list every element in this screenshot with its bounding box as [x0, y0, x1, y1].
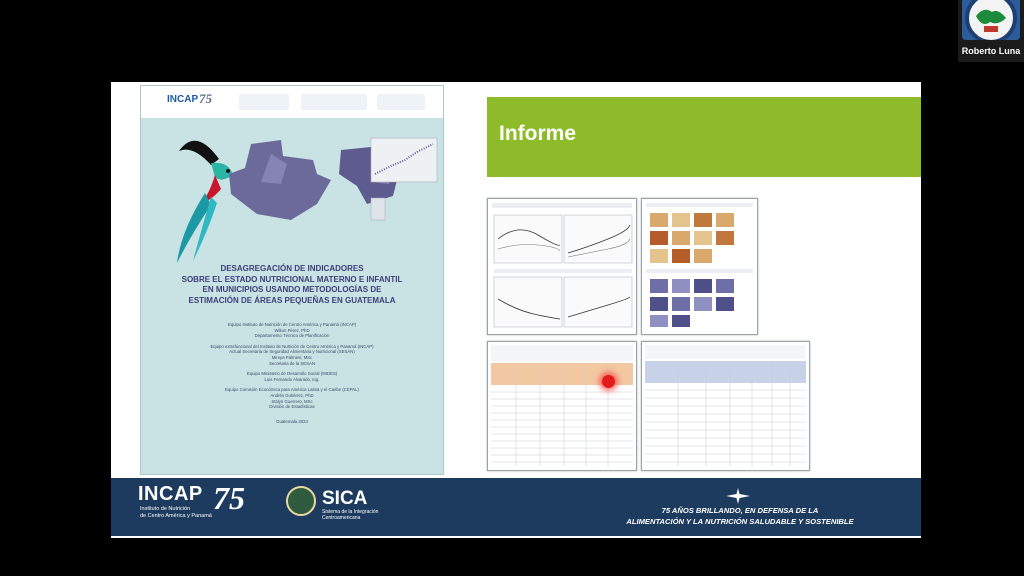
- cover-title-line: EN MUNICIPIOS USANDO METODOLOGÍAS DE: [202, 285, 382, 294]
- document-cover: INCAP 75 DESAGREGACIÓN DE INDICADORES SO…: [140, 85, 444, 475]
- footer-incap-subtitle-line: de Centro América y Panamá: [140, 512, 212, 519]
- footer-incap-subtitle: Instituto de Nutrición de Centro América…: [140, 506, 212, 519]
- un-cepal-logo: [377, 94, 425, 110]
- sparkle-icon: [726, 488, 750, 504]
- sica-emblem-icon: [286, 486, 316, 516]
- cover-title: DESAGREGACIÓN DE INDICADORES SOBRE EL ES…: [161, 264, 423, 306]
- cover-credits: Equipo Instituto de Nutrición de Centro …: [165, 322, 419, 424]
- cover-title-line: SOBRE EL ESTADO NUTRICIONAL MATERNO E IN…: [181, 274, 403, 284]
- footer-incap-logo: INCAP: [138, 483, 203, 505]
- figure-table-blue: [641, 341, 810, 471]
- figure-table-orange: [487, 341, 637, 471]
- guatemala-map-icon: [229, 137, 438, 221]
- footer-tagline-line-2: ALIMENTACIÓN Y LA NUTRICIÓN SALUDABLE Y …: [626, 517, 854, 526]
- participant-name: Roberto Luna: [961, 46, 1021, 56]
- mides-logo: [239, 94, 289, 110]
- report-title: Informe: [499, 122, 577, 145]
- participant-avatar: [962, 0, 1020, 40]
- cover-title-line: DESAGREGACIÓN DE INDICADORES: [220, 264, 364, 273]
- figure-line-charts: [487, 198, 637, 335]
- footer-sica-subtitle: Sistema de la Integración Centroamerican…: [322, 509, 378, 521]
- footer-75-mark: 75: [213, 480, 245, 516]
- sesan-logo: [301, 94, 367, 110]
- footer-tagline-line-1: 75 AÑOS BRILLANDO, EN DEFENSA DE LA: [661, 506, 819, 515]
- footer-sica-subtitle-line: Centroamericana: [322, 515, 361, 521]
- credit-line: Guatemala 2024: [276, 418, 308, 424]
- incap-logo: INCAP: [167, 94, 199, 105]
- cover-title-line: ESTIMACIÓN DE ÁREAS PEQUEÑAS EN GUATEMAL…: [188, 295, 396, 305]
- cover-header-logos: INCAP 75: [141, 86, 443, 118]
- laser-pointer-icon: [602, 375, 615, 388]
- incap-75-badge: 75: [199, 91, 212, 106]
- figure-map-grid: [641, 198, 758, 335]
- footer-sica-logo: SICA: [322, 488, 368, 509]
